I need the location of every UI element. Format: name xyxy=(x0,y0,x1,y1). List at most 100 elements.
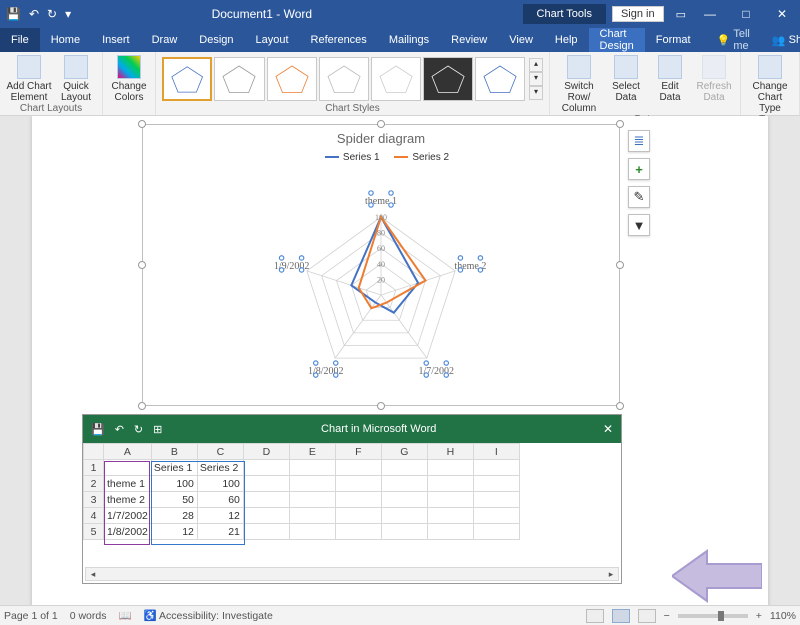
cell[interactable] xyxy=(243,508,289,524)
chart-object[interactable]: Spider diagram Series 1 Series 2 2040608… xyxy=(142,124,620,406)
col-H[interactable]: H xyxy=(427,444,473,460)
cell[interactable] xyxy=(473,508,519,524)
chart-filters-button[interactable]: ✎ xyxy=(628,186,650,208)
cell[interactable] xyxy=(104,460,152,476)
share-button[interactable]: 👥 Share xyxy=(761,28,800,52)
resize-handle-ne[interactable] xyxy=(616,120,624,128)
cell[interactable]: Series 1 xyxy=(151,460,197,476)
cell[interactable] xyxy=(427,508,473,524)
view-read-mode[interactable] xyxy=(586,609,604,623)
cell[interactable]: 28 xyxy=(151,508,197,524)
cell[interactable] xyxy=(335,460,381,476)
row-1[interactable]: 1 xyxy=(84,460,104,476)
col-C[interactable]: C xyxy=(197,444,243,460)
excel-redo-icon[interactable]: ↻ xyxy=(134,423,143,436)
zoom-slider[interactable] xyxy=(678,614,748,618)
view-print-layout[interactable] xyxy=(612,609,630,623)
tab-references[interactable]: References xyxy=(300,28,378,52)
radar-plot[interactable]: 20406080100theme 1theme 21/7/20021/8/200… xyxy=(251,185,511,395)
cell[interactable]: 1/7/2002 xyxy=(104,508,152,524)
zoom-out-button[interactable]: − xyxy=(664,610,670,622)
chart-legend[interactable]: Series 1 Series 2 xyxy=(143,152,619,163)
row-5[interactable]: 5 xyxy=(84,524,104,540)
chart-style-6[interactable] xyxy=(423,57,473,101)
cell[interactable] xyxy=(289,524,335,540)
view-web-layout[interactable] xyxy=(638,609,656,623)
sign-in-button[interactable]: Sign in xyxy=(612,6,664,22)
minimize-button[interactable]: — xyxy=(692,0,728,28)
ribbon-display-options-icon[interactable]: ▭ xyxy=(670,8,692,21)
cell[interactable] xyxy=(289,476,335,492)
cell[interactable] xyxy=(427,460,473,476)
cell[interactable]: 1/8/2002 xyxy=(104,524,152,540)
tab-draw[interactable]: Draw xyxy=(141,28,189,52)
select-data-button[interactable]: Select Data xyxy=(606,55,646,103)
zoom-in-button[interactable]: + xyxy=(756,610,762,622)
cell[interactable] xyxy=(473,524,519,540)
quick-layout-button[interactable]: Quick Layout xyxy=(56,55,96,103)
tab-chart-design[interactable]: Chart Design xyxy=(589,28,645,52)
cell[interactable]: 21 xyxy=(197,524,243,540)
cell[interactable]: 50 xyxy=(151,492,197,508)
col-F[interactable]: F xyxy=(335,444,381,460)
cell[interactable] xyxy=(473,476,519,492)
col-D[interactable]: D xyxy=(243,444,289,460)
tell-me-search[interactable]: 💡 Tell me xyxy=(706,28,761,52)
chart-style-7[interactable] xyxy=(475,57,525,101)
chart-filter-funnel-button[interactable]: ▼ xyxy=(628,214,650,236)
tab-help[interactable]: Help xyxy=(544,28,589,52)
cell[interactable] xyxy=(427,476,473,492)
cell[interactable]: 60 xyxy=(197,492,243,508)
tab-mailings[interactable]: Mailings xyxy=(378,28,440,52)
styles-more-icon[interactable]: ▾ xyxy=(529,86,543,100)
cell[interactable] xyxy=(335,492,381,508)
col-G[interactable]: G xyxy=(381,444,427,460)
zoom-slider-thumb[interactable] xyxy=(718,611,724,621)
resize-handle-w[interactable] xyxy=(138,261,146,269)
cell[interactable] xyxy=(381,524,427,540)
excel-undo-icon[interactable]: ↶ xyxy=(115,423,124,436)
save-icon[interactable]: 💾 xyxy=(6,7,21,21)
tab-design[interactable]: Design xyxy=(188,28,244,52)
resize-handle-nw[interactable] xyxy=(138,120,146,128)
styles-scroll-up-icon[interactable]: ▴ xyxy=(529,58,543,72)
row-2[interactable]: 2 xyxy=(84,476,104,492)
cell[interactable] xyxy=(289,460,335,476)
col-E[interactable]: E xyxy=(289,444,335,460)
chart-style-2[interactable] xyxy=(214,57,264,101)
cell[interactable] xyxy=(243,524,289,540)
cell[interactable] xyxy=(289,492,335,508)
cell[interactable] xyxy=(427,524,473,540)
resize-handle-se[interactable] xyxy=(616,402,624,410)
cell[interactable] xyxy=(335,524,381,540)
col-A[interactable]: A xyxy=(104,444,152,460)
cell[interactable] xyxy=(243,460,289,476)
change-colors-button[interactable]: Change Colors xyxy=(109,55,149,103)
cell[interactable] xyxy=(381,476,427,492)
chart-elements-button[interactable]: ≣ xyxy=(628,130,650,152)
close-button[interactable]: ✕ xyxy=(764,0,800,28)
cell[interactable]: 12 xyxy=(197,508,243,524)
cell[interactable] xyxy=(243,476,289,492)
excel-openfull-icon[interactable]: ⊞ xyxy=(153,423,162,436)
cell[interactable]: 12 xyxy=(151,524,197,540)
chart-style-5[interactable] xyxy=(371,57,421,101)
add-chart-element-button[interactable]: Add Chart Element xyxy=(6,55,52,103)
cell[interactable]: theme 2 xyxy=(104,492,152,508)
word-count[interactable]: 0 words xyxy=(70,610,107,622)
row-3[interactable]: 3 xyxy=(84,492,104,508)
spellcheck-icon[interactable]: 📖 xyxy=(118,609,131,622)
zoom-level[interactable]: 110% xyxy=(770,610,796,622)
cell[interactable]: theme 1 xyxy=(104,476,152,492)
scroll-left-icon[interactable]: ◂ xyxy=(86,569,100,580)
cell[interactable] xyxy=(427,492,473,508)
change-chart-type-button[interactable]: Change Chart Type xyxy=(747,55,793,114)
chart-style-4[interactable] xyxy=(319,57,369,101)
resize-handle-e[interactable] xyxy=(616,261,624,269)
maximize-button[interactable]: □ xyxy=(728,0,764,28)
chart-style-3[interactable] xyxy=(267,57,317,101)
col-I[interactable]: I xyxy=(473,444,519,460)
cell[interactable] xyxy=(381,508,427,524)
undo-icon[interactable]: ↶ xyxy=(29,7,39,21)
cell[interactable] xyxy=(381,460,427,476)
